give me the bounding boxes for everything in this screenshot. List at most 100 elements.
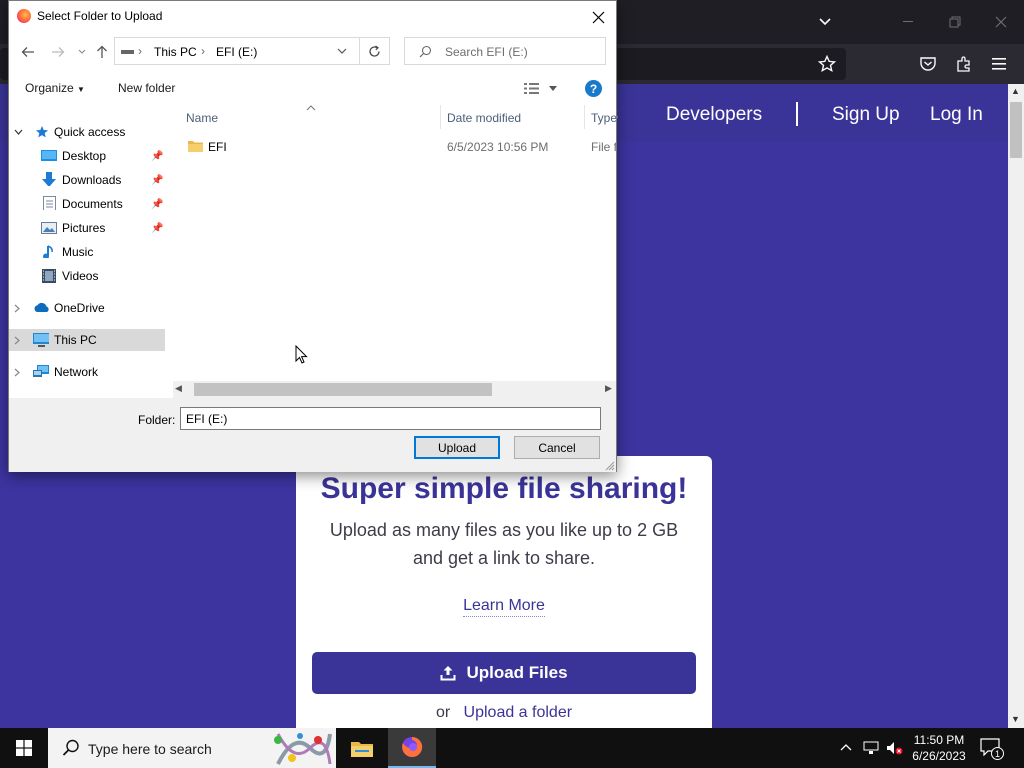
taskbar-file-explorer-icon[interactable] xyxy=(338,728,386,768)
minimize-icon[interactable] xyxy=(886,0,932,44)
expanded-chevron-icon[interactable] xyxy=(14,129,23,135)
tray-chevron-up-icon[interactable] xyxy=(840,743,852,751)
videos-icon xyxy=(42,269,56,283)
scroll-left-icon[interactable]: ◀ xyxy=(175,383,182,394)
breadcrumb-separator-icon: › xyxy=(138,44,142,58)
pocket-icon[interactable] xyxy=(916,52,940,76)
tree-item-downloads[interactable]: Downloads 📌 xyxy=(9,169,165,191)
back-arrow-icon[interactable] xyxy=(19,43,37,61)
pin-icon: 📌 xyxy=(151,222,164,234)
tray-clock[interactable]: 11:50 PM 6/26/2023 xyxy=(912,732,966,764)
taskbar-search-icon xyxy=(62,739,79,756)
nav-divider xyxy=(796,102,798,126)
select-folder-dialog: Select Folder to Upload › This PC › EFI … xyxy=(8,0,617,472)
music-icon xyxy=(43,245,53,258)
dialog-nav-bar: › This PC › EFI (E:) Search EFI (E:) xyxy=(9,35,616,69)
extensions-icon[interactable] xyxy=(952,52,976,76)
file-name: EFI xyxy=(208,140,227,154)
address-dropdown-icon[interactable] xyxy=(337,48,347,55)
refresh-icon[interactable] xyxy=(360,37,390,65)
card-desc-line: Upload as many files as you like up to 2… xyxy=(329,520,679,540)
file-type: File fo xyxy=(591,140,616,154)
scroll-down-icon[interactable]: ▼ xyxy=(1011,714,1020,724)
windows-start-icon[interactable] xyxy=(0,728,48,768)
upload-folder-link[interactable]: Upload a folder xyxy=(464,704,573,721)
breadcrumb-separator-icon: › xyxy=(201,44,205,58)
page-scrollbar[interactable] xyxy=(1008,84,1024,728)
hscroll-thumb[interactable] xyxy=(194,383,492,396)
taskbar-search-box[interactable]: Type here to search xyxy=(48,728,336,768)
column-separator[interactable] xyxy=(440,105,441,129)
dialog-titlebar: Select Folder to Upload xyxy=(9,1,616,32)
tree-item-network[interactable]: Network xyxy=(9,361,165,383)
pictures-icon xyxy=(41,222,57,234)
tree-item-onedrive[interactable]: OneDrive xyxy=(9,297,165,319)
tree-item-music[interactable]: Music xyxy=(9,241,165,263)
forward-arrow-icon[interactable] xyxy=(49,43,67,61)
restore-icon[interactable] xyxy=(932,0,978,44)
upload-button[interactable]: Upload xyxy=(414,436,500,459)
help-icon[interactable]: ? xyxy=(585,80,602,97)
tree-item-desktop[interactable]: Desktop 📌 xyxy=(9,145,165,167)
upload-files-button[interactable]: Upload Files xyxy=(312,652,696,694)
search-placeholder: Search EFI (E:) xyxy=(445,45,528,59)
pin-icon: 📌 xyxy=(151,198,164,210)
nav-link-developers[interactable]: Developers xyxy=(666,104,762,126)
notification-count-badge: 1 xyxy=(991,747,1004,760)
up-arrow-icon[interactable] xyxy=(93,43,111,61)
window-close-icon[interactable] xyxy=(978,0,1024,44)
bookmark-star-icon[interactable] xyxy=(815,52,839,76)
tree-label: Music xyxy=(62,245,94,259)
organize-label: Organize xyxy=(25,81,74,95)
collapsed-chevron-icon[interactable] xyxy=(14,304,20,313)
tree-label: Desktop xyxy=(62,149,107,163)
nav-link-signup[interactable]: Sign Up xyxy=(832,104,900,126)
tree-label: Videos xyxy=(62,269,99,283)
tab-list-chevron-icon[interactable] xyxy=(802,0,848,44)
tree-item-documents[interactable]: Documents 📌 xyxy=(9,193,165,215)
file-date: 6/5/2023 10:56 PM xyxy=(447,140,549,154)
page-scroll-thumb[interactable] xyxy=(1010,102,1022,158)
resize-grip-icon[interactable] xyxy=(605,461,615,471)
hamburger-menu-icon[interactable] xyxy=(988,52,1012,76)
collapsed-chevron-icon[interactable] xyxy=(14,368,20,377)
new-folder-button[interactable]: New folder xyxy=(118,81,175,95)
tree-item-videos[interactable]: Videos xyxy=(9,265,165,287)
volume-muted-icon[interactable] xyxy=(886,741,904,755)
tree-item-pictures[interactable]: Pictures 📌 xyxy=(9,217,165,239)
scroll-up-icon[interactable]: ▲ xyxy=(1011,86,1020,96)
scroll-right-icon[interactable]: ▶ xyxy=(605,383,612,394)
file-row[interactable]: EFI 6/5/2023 10:56 PM File fo xyxy=(175,135,616,157)
column-header-date-modified[interactable]: Date modified xyxy=(447,111,521,125)
breadcrumb-efi[interactable]: EFI (E:) xyxy=(216,45,257,59)
column-header-type[interactable]: Type xyxy=(591,111,616,125)
nav-link-login[interactable]: Log In xyxy=(930,104,983,126)
folder-field[interactable] xyxy=(180,407,601,430)
tree-item-this-pc[interactable]: This PC xyxy=(9,329,165,351)
documents-icon xyxy=(43,196,56,210)
learn-more-link[interactable]: Learn More xyxy=(463,597,545,617)
tray-time: 11:50 PM xyxy=(913,733,965,747)
breadcrumb-this-pc[interactable]: This PC xyxy=(154,45,197,59)
view-dropdown-icon[interactable] xyxy=(549,86,557,91)
column-separator[interactable] xyxy=(584,105,585,129)
organize-button[interactable]: Organize ▼ xyxy=(25,81,85,95)
view-options-icon[interactable] xyxy=(524,83,540,94)
dialog-close-icon[interactable] xyxy=(586,5,610,29)
column-header-name[interactable]: Name xyxy=(186,111,218,125)
tree-item-quick-access[interactable]: Quick access xyxy=(9,121,165,143)
tree-label: Pictures xyxy=(62,221,106,235)
folder-label: Folder: xyxy=(138,413,176,427)
taskbar-firefox-icon[interactable] xyxy=(388,728,436,768)
network-status-icon[interactable] xyxy=(863,741,879,755)
upload-folder-line: or Upload a folder xyxy=(296,704,712,722)
file-list: Name Date modified Type EFI 6/5/2023 10:… xyxy=(175,105,616,381)
recent-locations-chevron-icon[interactable] xyxy=(73,43,91,61)
organize-dropdown-icon: ▼ xyxy=(77,85,85,94)
collapsed-chevron-icon[interactable] xyxy=(14,336,20,345)
search-input[interactable]: Search EFI (E:) xyxy=(404,37,606,65)
cancel-button[interactable]: Cancel xyxy=(514,436,600,459)
drive-icon xyxy=(121,50,134,54)
notification-center-icon[interactable]: 1 xyxy=(980,738,1004,760)
address-bar[interactable]: › This PC › EFI (E:) xyxy=(114,37,360,65)
